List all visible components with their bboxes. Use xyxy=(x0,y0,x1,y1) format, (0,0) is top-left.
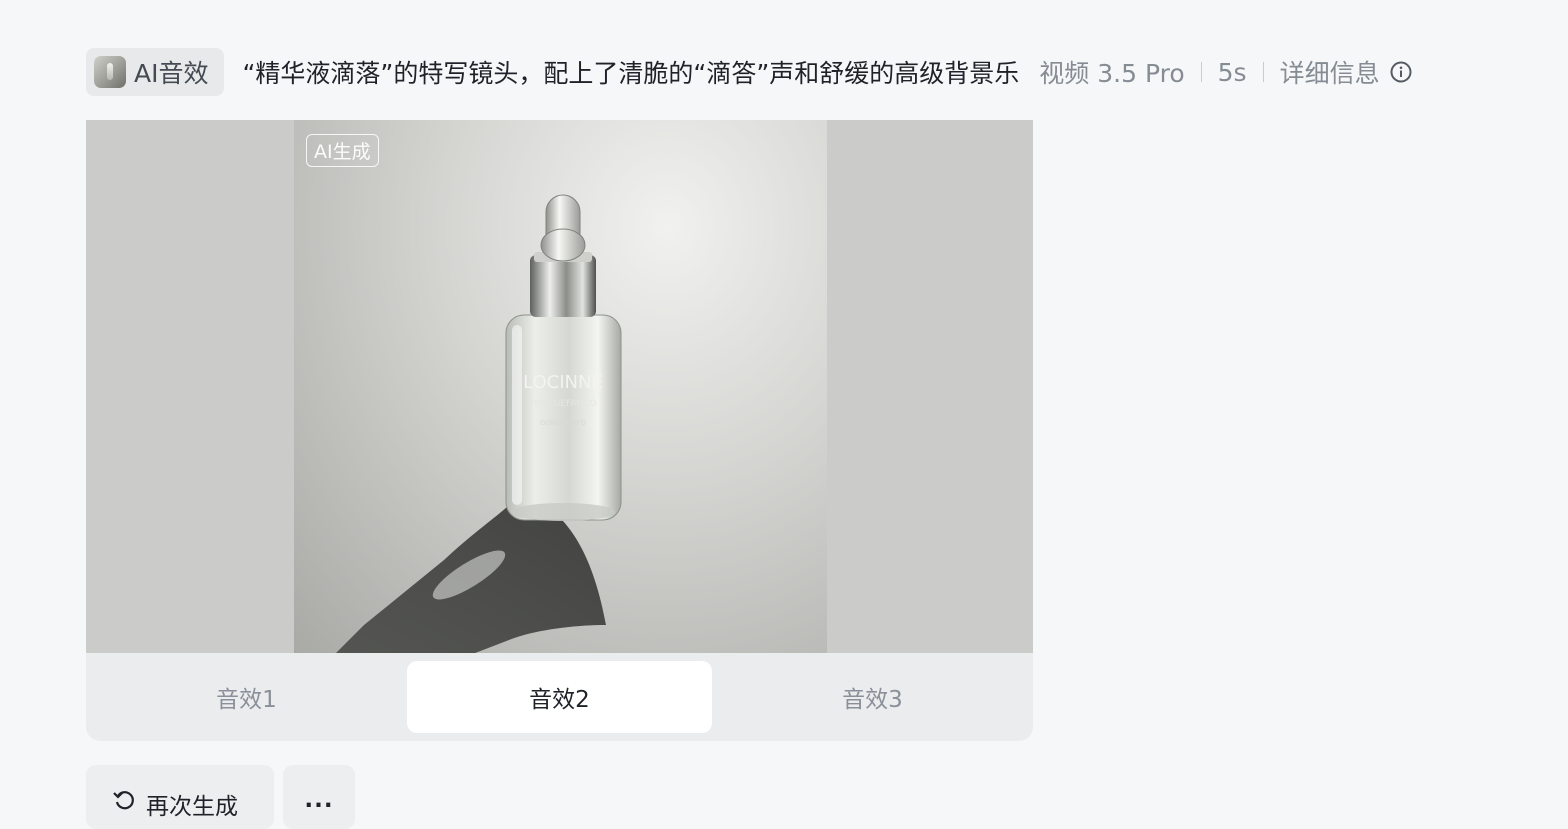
ai-sound-chip[interactable]: AI音效 xyxy=(86,48,225,96)
regenerate-button[interactable]: 再次生成 xyxy=(86,765,274,829)
meta-divider xyxy=(1200,62,1202,82)
chip-thumbnail xyxy=(94,56,126,88)
tab-sound-effect-3[interactable]: 音效3 xyxy=(720,661,1025,733)
bottle-label-line3: GONLÉR NFO xyxy=(540,418,587,427)
generation-meta: 视频 3.5 Pro 5s 详细信息 xyxy=(1039,54,1412,90)
bottle-label-brand: LOCINNE xyxy=(523,372,603,393)
tab-sound-effect-1[interactable]: 音效1 xyxy=(94,661,399,733)
prompt-text: “精华液滴落”的特写镜头，配上了清脆的“滴答”声和舒缓的高级背景乐 xyxy=(242,59,1020,88)
action-bar: 再次生成 ... xyxy=(86,765,355,829)
refresh-icon xyxy=(113,791,134,810)
regenerate-label: 再次生成 xyxy=(146,794,238,820)
model-name: 视频 3.5 Pro xyxy=(1039,59,1185,88)
duration: 5s xyxy=(1217,57,1247,87)
video-player[interactable]: LOCINNE FRNCUEFANCO GONLÉR NFO AI生成 xyxy=(86,120,1033,653)
info-circle-icon[interactable] xyxy=(1390,61,1412,83)
chip-label: AI音效 xyxy=(134,59,209,88)
more-button[interactable]: ... xyxy=(283,765,355,829)
video-result-card: LOCINNE FRNCUEFANCO GONLÉR NFO AI生成 音效1 … xyxy=(86,120,1033,741)
bottle-label-line2: FRNCUEFANCO xyxy=(529,399,596,409)
meta-divider xyxy=(1262,62,1264,82)
prompt-header: AI音效 “精华液滴落”的特写镜头，配上了清脆的“滴答”声和舒缓的高级背景乐 视… xyxy=(86,48,1546,96)
sound-effect-tabs: 音效1 音效2 音效3 xyxy=(86,653,1033,741)
ai-generated-badge: AI生成 xyxy=(306,134,379,167)
video-frame[interactable]: LOCINNE FRNCUEFANCO GONLÉR NFO AI生成 xyxy=(294,120,827,653)
serum-bottle-image: LOCINNE FRNCUEFANCO GONLÉR NFO xyxy=(336,194,622,653)
details-link[interactable]: 详细信息 xyxy=(1280,54,1380,90)
tab-sound-effect-2[interactable]: 音效2 xyxy=(407,661,712,733)
more-horizontal-icon: ... xyxy=(304,787,334,813)
